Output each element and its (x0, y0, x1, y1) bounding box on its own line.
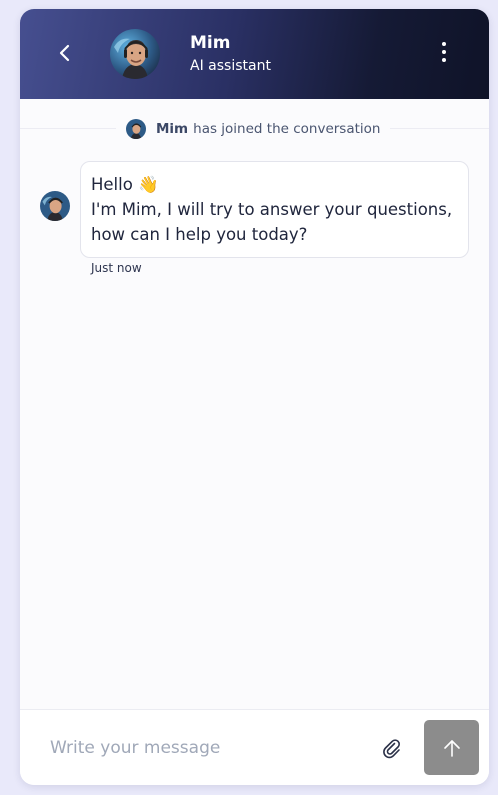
message-timestamp: Just now (91, 261, 142, 275)
message-avatar (40, 191, 70, 221)
message-input[interactable] (50, 735, 370, 761)
chat-widget: Mim AI assistant Mim has joined the conv… (20, 9, 489, 785)
chat-header: Mim AI assistant (20, 9, 489, 99)
message-line: Hello 👋 (91, 175, 159, 194)
chevron-left-icon (59, 44, 70, 62)
bot-avatar (110, 29, 160, 79)
join-avatar (126, 119, 146, 139)
join-notice: Mim has joined the conversation (116, 119, 391, 139)
kebab-menu-icon (436, 42, 452, 62)
paperclip-icon (383, 739, 400, 759)
back-button[interactable] (54, 40, 76, 66)
arrow-up-icon (443, 739, 460, 757)
attach-button[interactable] (380, 737, 404, 761)
menu-button[interactable] (436, 42, 452, 66)
composer (20, 709, 489, 785)
send-button[interactable] (424, 720, 479, 775)
join-name: Mim (156, 121, 189, 137)
message-bubble: Hello 👋 I'm Mim, I will try to answer yo… (80, 161, 469, 258)
message-list: Mim has joined the conversation Hello 👋 … (20, 99, 489, 709)
join-text: has joined the conversation (193, 121, 381, 137)
bot-role: AI assistant (190, 58, 271, 74)
message-line: I'm Mim, I will try to answer your quest… (91, 200, 453, 219)
bot-name: Mim (190, 33, 231, 53)
message-line: how can I help you today? (91, 225, 308, 244)
